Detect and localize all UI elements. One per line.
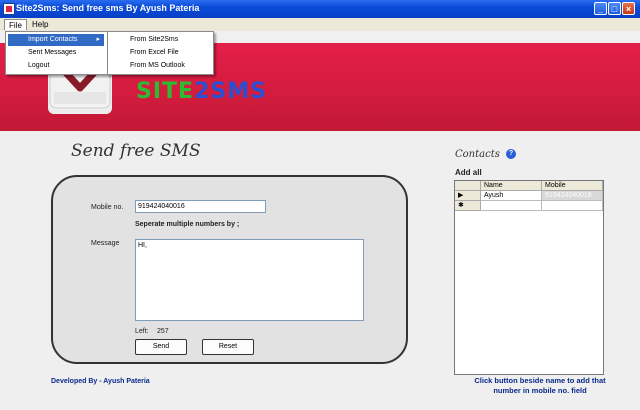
add-all-link[interactable]: Add all bbox=[455, 168, 482, 177]
developer-credit: Developed By - Ayush Pateria bbox=[51, 378, 150, 385]
menu-help[interactable]: Help bbox=[28, 19, 52, 30]
row-selector-icon[interactable]: ▶ bbox=[455, 191, 481, 201]
contact-name-cell[interactable]: Ayush bbox=[481, 191, 542, 201]
mobile-label: Mobile no. bbox=[91, 204, 124, 211]
column-header-name[interactable]: Name bbox=[481, 181, 542, 191]
send-button[interactable]: Send bbox=[135, 339, 187, 355]
app-icon bbox=[3, 3, 15, 15]
menu-item-import-contacts[interactable]: Import Contacts ▸ bbox=[8, 34, 104, 46]
submenu-item-from-site2sms[interactable]: From Site2Sms bbox=[110, 34, 210, 46]
contacts-hint: Click button beside name to add that num… bbox=[474, 376, 606, 395]
new-row-icon[interactable]: ✱ bbox=[455, 201, 481, 211]
help-icon[interactable]: ? bbox=[506, 149, 516, 159]
maximize-button[interactable]: □ bbox=[608, 2, 621, 15]
window-title: Site2Sms: Send free sms By Ayush Pateria bbox=[16, 3, 200, 13]
menu-file[interactable]: File bbox=[4, 19, 27, 30]
import-contacts-submenu: From Site2Sms From Excel File From MS Ou… bbox=[107, 31, 214, 75]
submenu-item-from-outlook[interactable]: From MS Outlook bbox=[110, 60, 210, 72]
menu-item-label: Import Contacts bbox=[28, 36, 78, 43]
close-button[interactable]: × bbox=[622, 2, 635, 15]
chars-left-label: Left: bbox=[135, 328, 149, 335]
contacts-grid[interactable]: Name Mobile ▶ Ayush 919424040016 ✱ bbox=[454, 180, 604, 375]
new-row-name-cell[interactable] bbox=[481, 201, 542, 211]
mobile-input[interactable] bbox=[135, 200, 266, 213]
column-header-mobile[interactable]: Mobile bbox=[542, 181, 603, 191]
reset-button[interactable]: Reset bbox=[202, 339, 254, 355]
message-label: Message bbox=[91, 240, 120, 247]
menu-item-logout[interactable]: Logout bbox=[8, 60, 104, 72]
logo-two: 2 bbox=[194, 79, 211, 104]
logo-site: SITE bbox=[136, 79, 195, 104]
sms-form-panel: Mobile no. Seperate multiple numbers by … bbox=[51, 175, 408, 364]
file-dropdown-menu: Import Contacts ▸ Sent Messages Logout bbox=[5, 31, 109, 75]
submenu-arrow-icon: ▸ bbox=[96, 36, 100, 43]
grid-corner-header bbox=[455, 181, 481, 191]
menu-item-sent-messages[interactable]: Sent Messages bbox=[8, 47, 104, 59]
site2sms-logo: SITE2SMS bbox=[136, 79, 267, 104]
submenu-item-from-excel[interactable]: From Excel File bbox=[110, 47, 210, 59]
title-bar: Site2Sms: Send free sms By Ayush Pateria… bbox=[0, 0, 640, 18]
contacts-title: Contacts bbox=[455, 149, 500, 160]
menu-bar: File Help bbox=[0, 18, 640, 31]
contact-mobile-cell[interactable]: 919424040016 bbox=[542, 191, 603, 201]
page-heading: Send free SMS bbox=[71, 141, 201, 161]
separator-hint: Seperate multiple numbers by ; bbox=[135, 221, 240, 228]
logo-sms: SMS bbox=[210, 79, 267, 104]
message-textarea[interactable]: HI, bbox=[135, 239, 364, 321]
new-row-mobile-cell[interactable] bbox=[542, 201, 603, 211]
chars-left-value: 257 bbox=[157, 328, 169, 335]
minimize-button[interactable]: _ bbox=[594, 2, 607, 15]
